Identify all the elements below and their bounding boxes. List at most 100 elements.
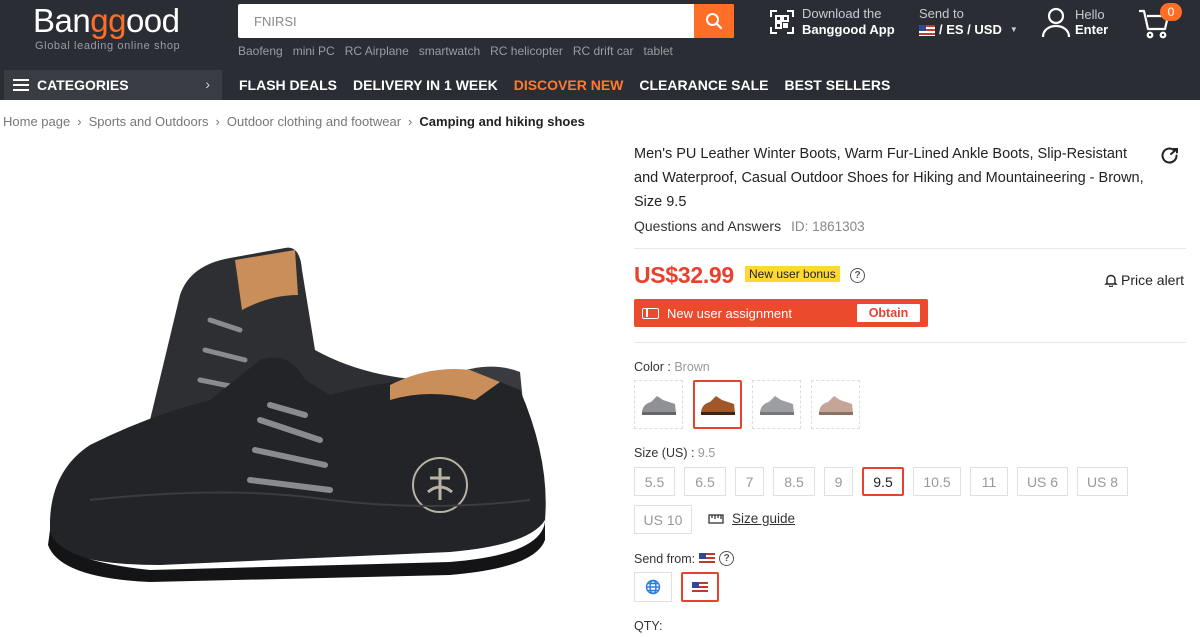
caret-down-icon: ▼ — [1009, 25, 1018, 34]
breadcrumb: Home page › Sports and Outdoors › Outdoo… — [3, 114, 585, 129]
main-nav: CATEGORIES › FLASH DEALS DELIVERY IN 1 W… — [0, 70, 1200, 100]
qa-link[interactable]: Questions and Answers — [634, 218, 781, 234]
cart-button[interactable]: 0 — [1138, 3, 1182, 40]
nav-flash-deals[interactable]: FLASH DEALS — [239, 77, 337, 93]
questions-answers: Questions and Answers ID: 1861303 — [634, 218, 865, 234]
color-swatch-light-gray[interactable] — [752, 380, 801, 429]
hot-word-link[interactable]: RC Airplane — [345, 44, 409, 58]
color-swatch-gray[interactable] — [634, 380, 683, 429]
search-icon — [706, 13, 723, 30]
size-option[interactable]: US 6 — [1017, 467, 1068, 496]
ship-from-us[interactable] — [681, 572, 719, 602]
hot-word-link[interactable]: smartwatch — [419, 44, 480, 58]
product-main-image[interactable] — [30, 200, 590, 600]
hot-word-link[interactable]: Baofeng — [238, 44, 283, 58]
qty-label: QTY: — [634, 619, 663, 633]
size-option-selected[interactable]: 9.5 — [862, 467, 904, 496]
categories-label: CATEGORIES — [37, 77, 129, 93]
hot-word-link[interactable]: RC helicopter — [490, 44, 563, 58]
nav-best-sellers[interactable]: BEST SELLERS — [785, 77, 891, 93]
size-option[interactable]: 8.5 — [773, 467, 815, 496]
send-to-label: Send to — [919, 6, 964, 21]
app-line-2: Banggood App — [802, 22, 895, 37]
size-guide-label: Size guide — [732, 511, 796, 526]
breadcrumb-link[interactable]: Outdoor clothing and footwear — [227, 114, 401, 129]
color-swatch-khaki[interactable] — [811, 380, 860, 429]
price-alert-label: Price alert — [1121, 272, 1185, 288]
us-flag-icon — [919, 24, 935, 36]
cart-count-badge: 0 — [1160, 3, 1182, 21]
price-alert-button[interactable]: Price alert — [1104, 272, 1184, 288]
user-account[interactable]: Hello Enter — [1041, 6, 1108, 38]
breadcrumb-current: Camping and hiking shoes — [419, 114, 585, 129]
front-boot-image — [48, 357, 546, 582]
breadcrumb-link[interactable]: Home page — [3, 114, 70, 129]
hot-search-words: Baofeng mini PC RC Airplane smartwatch R… — [238, 44, 673, 58]
user-greeting: Hello — [1075, 7, 1105, 22]
user-icon — [1041, 7, 1071, 38]
user-enter: Enter — [1075, 22, 1109, 37]
hamburger-icon — [13, 79, 29, 91]
banggood-logo[interactable]: Banggood — [33, 2, 180, 40]
globe-icon — [645, 579, 661, 595]
color-label: Color : Brown — [634, 360, 710, 374]
nav-links: FLASH DEALS DELIVERY IN 1 WEEK DISCOVER … — [239, 70, 890, 100]
new-user-bonus-badge: New user bonus — [745, 266, 840, 282]
chevron-right-icon: › — [77, 114, 82, 129]
send-to-value: / ES / USD — [939, 22, 1002, 37]
us-flag-icon — [699, 553, 716, 564]
nav-delivery-1-week[interactable]: DELIVERY IN 1 WEEK — [353, 77, 498, 93]
categories-menu[interactable]: CATEGORIES › — [4, 70, 222, 100]
size-option[interactable]: US 10 — [634, 505, 692, 534]
hot-word-link[interactable]: RC drift car — [573, 44, 634, 58]
search-input[interactable] — [238, 4, 694, 38]
ruler-icon — [708, 513, 724, 524]
qr-code-icon — [770, 10, 794, 34]
selected-size: 9.5 — [697, 446, 716, 460]
breadcrumb-link[interactable]: Sports and Outdoors — [89, 114, 209, 129]
size-guide-link[interactable]: Size guide — [708, 511, 795, 526]
logo-tagline: Global leading online shop — [35, 40, 181, 52]
chevron-right-icon: › — [215, 114, 220, 129]
size-option[interactable]: US 8 — [1077, 467, 1128, 496]
size-option[interactable]: 9 — [824, 467, 853, 496]
top-header: Banggood Global leading online shop Baof… — [0, 0, 1200, 70]
assignment-text: New user assignment — [667, 305, 792, 321]
obtain-button[interactable]: Obtain — [857, 304, 920, 322]
help-icon[interactable]: ? — [719, 551, 735, 566]
bell-icon — [1104, 274, 1118, 287]
divider — [634, 342, 1186, 343]
size-option[interactable]: 7 — [735, 467, 764, 496]
size-option[interactable]: 10.5 — [913, 467, 961, 496]
chevron-right-icon: › — [205, 76, 210, 92]
coupon-icon — [642, 307, 659, 319]
nav-clearance-sale[interactable]: CLEARANCE SALE — [639, 77, 768, 93]
size-label: Size (US) : 9.5 — [634, 446, 716, 460]
send-to-selector[interactable]: Send to / ES / USD ▼ — [919, 6, 1018, 38]
new-user-assignment-bar: New user assignment Obtain — [634, 299, 928, 327]
search-button[interactable] — [694, 4, 734, 38]
color-swatch-brown[interactable] — [693, 380, 742, 429]
us-flag-icon — [692, 581, 708, 593]
divider — [634, 248, 1186, 249]
size-option[interactable]: 11 — [970, 467, 1008, 496]
nav-discover-new[interactable]: DISCOVER NEW — [514, 77, 624, 93]
size-option[interactable]: 6.5 — [684, 467, 726, 496]
product-title: Men's PU Leather Winter Boots, Warm Fur-… — [634, 146, 1144, 210]
send-from-label: Send from:? — [634, 551, 735, 566]
app-line-1: Download the — [802, 6, 882, 21]
product-price: US$32.99 — [634, 262, 734, 288]
hot-word-link[interactable]: mini PC — [293, 44, 335, 58]
size-option[interactable]: 5.5 — [634, 467, 675, 496]
selected-color: Brown — [674, 360, 710, 374]
color-swatches — [634, 380, 860, 429]
share-icon — [1161, 147, 1178, 164]
chevron-right-icon: › — [408, 114, 413, 129]
help-icon[interactable]: ? — [850, 268, 865, 283]
download-app-link[interactable]: Download the Banggood App — [768, 6, 895, 38]
product-id: ID: 1861303 — [791, 219, 865, 234]
hot-word-link[interactable]: tablet — [644, 44, 673, 58]
ship-from-global[interactable] — [634, 572, 672, 602]
search-bar — [238, 4, 734, 38]
share-button[interactable] — [1160, 146, 1180, 171]
